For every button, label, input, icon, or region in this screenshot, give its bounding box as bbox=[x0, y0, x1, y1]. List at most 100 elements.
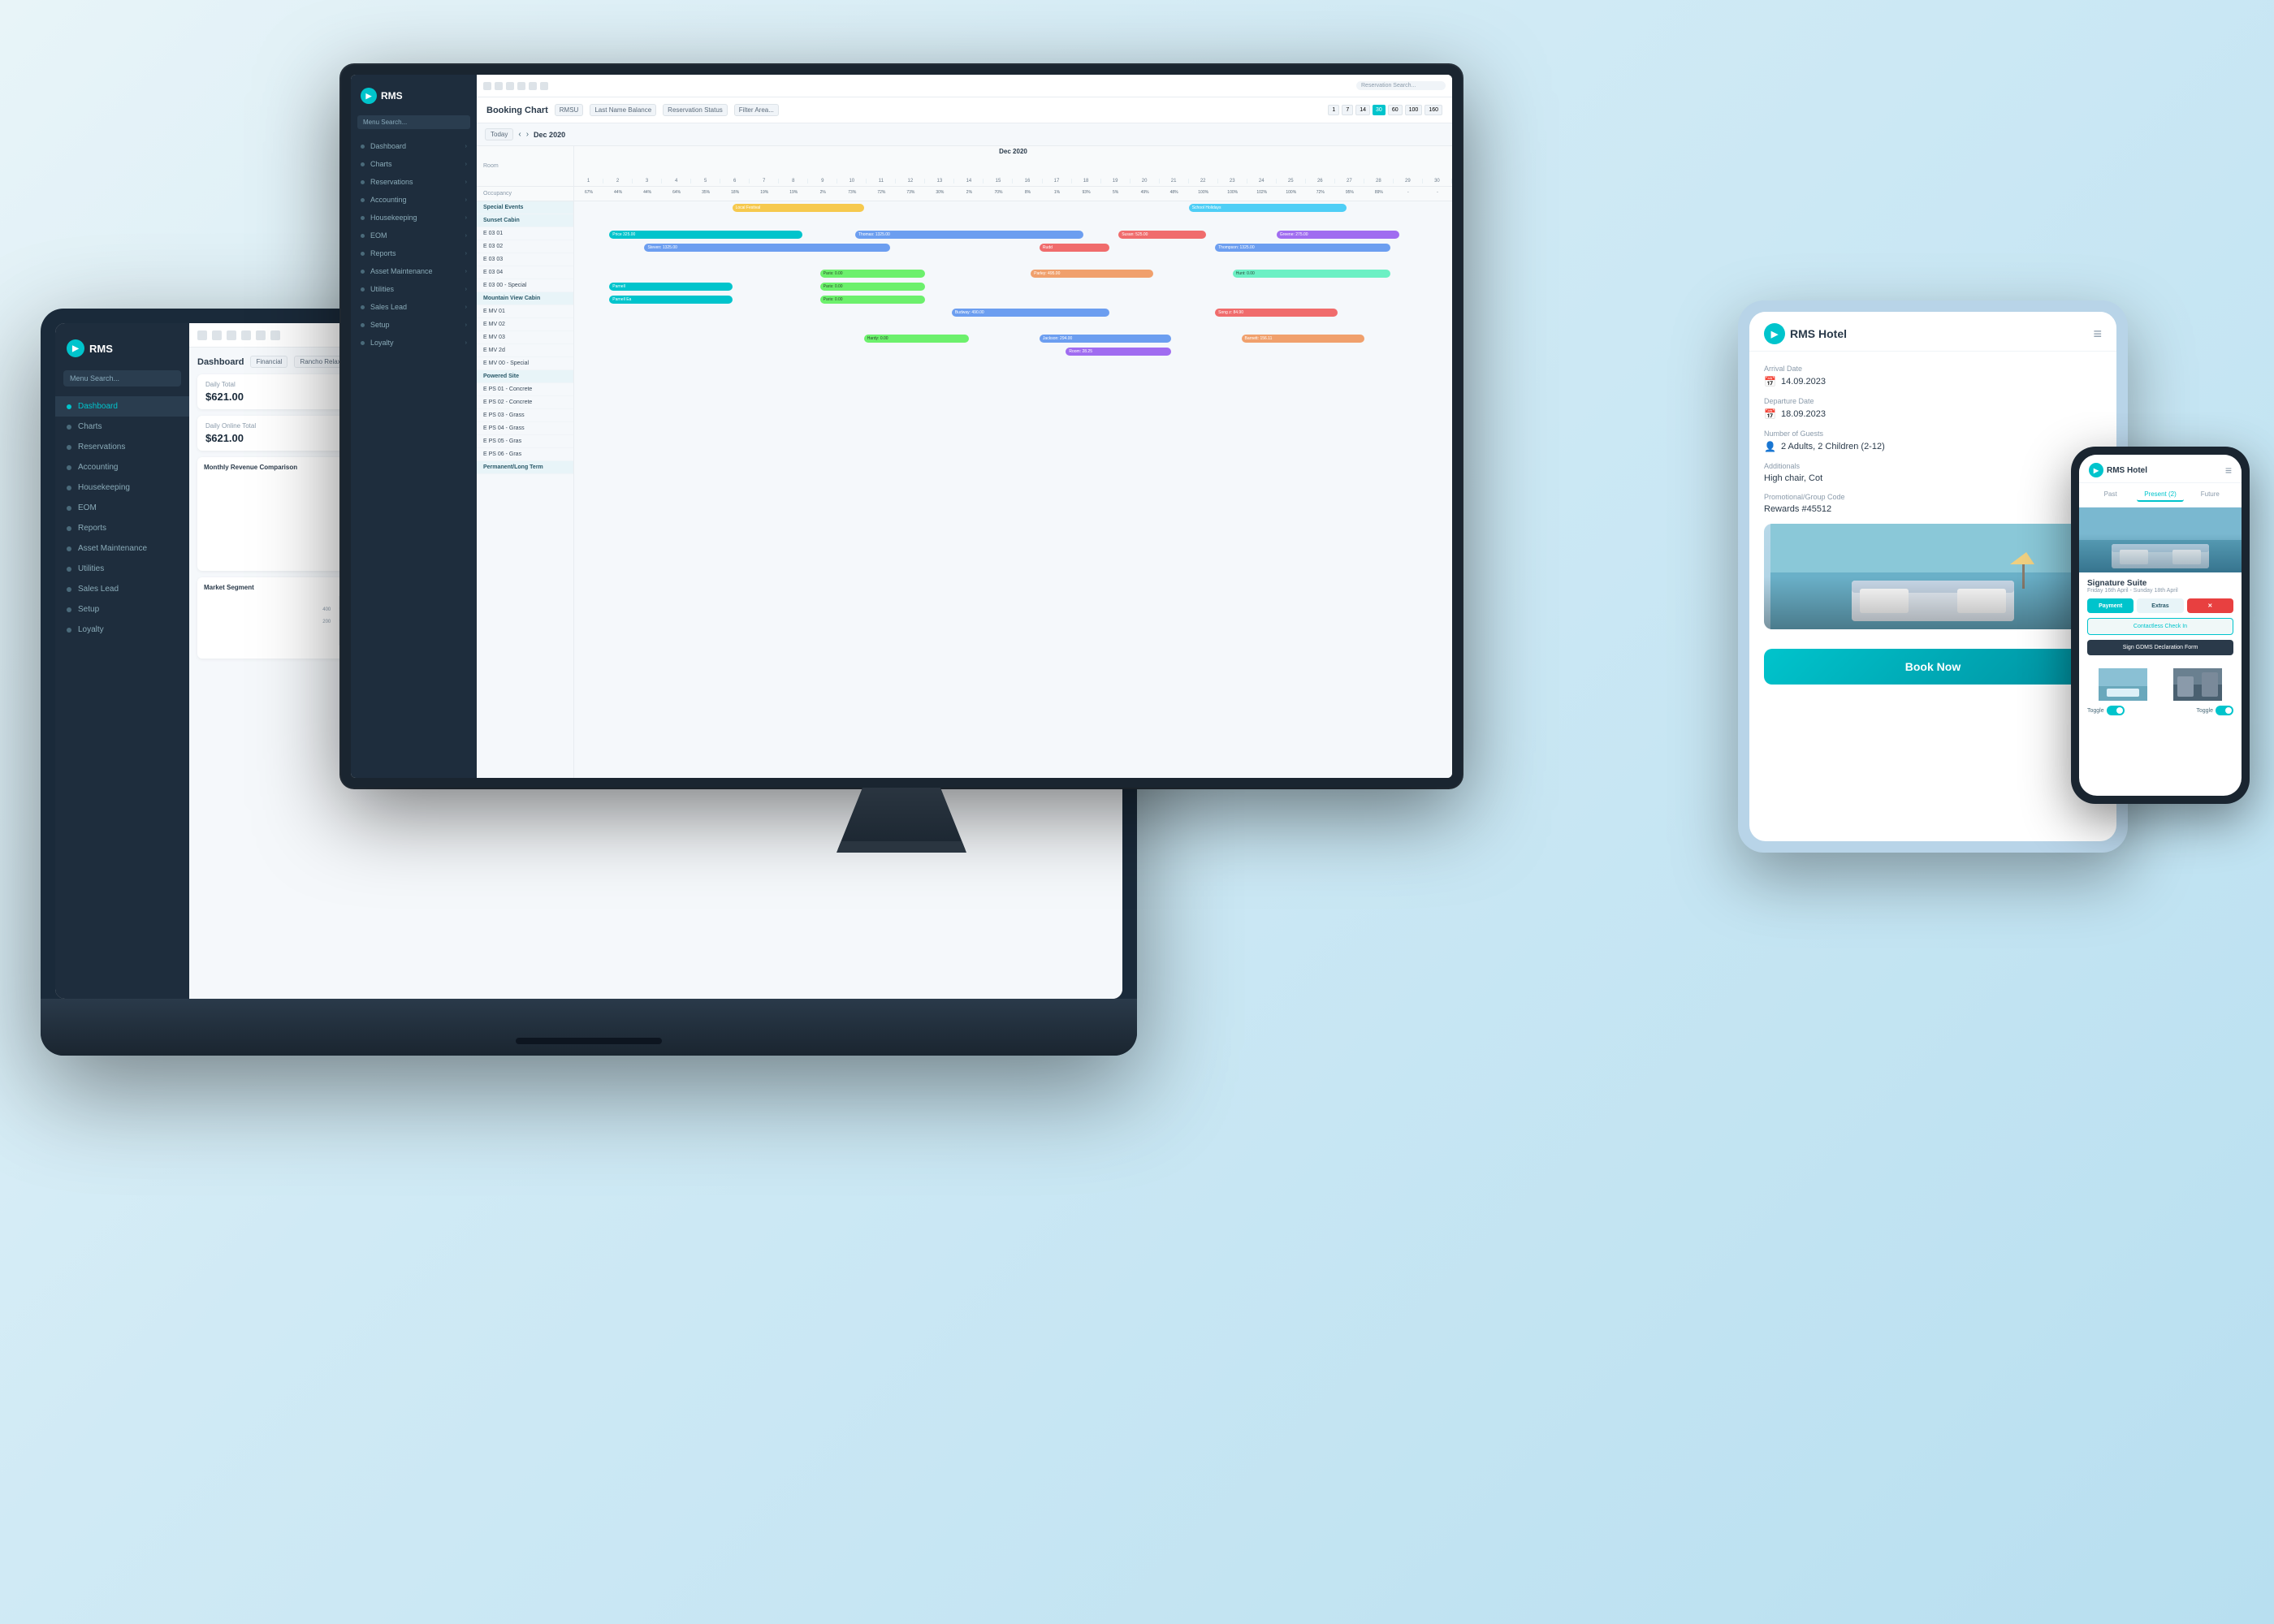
view-btn-60[interactable]: 60 bbox=[1388, 105, 1403, 115]
laptop-nav-eom[interactable]: EOM bbox=[55, 498, 189, 518]
monitor-nav-accounting[interactable]: Accounting › bbox=[351, 191, 477, 209]
booking-rudd[interactable]: Rudd bbox=[1040, 244, 1109, 252]
tab-future[interactable]: Future bbox=[2187, 488, 2233, 502]
laptop-nav-charts[interactable]: Charts bbox=[55, 417, 189, 437]
monitor-nav-asset[interactable]: Asset Maintenance › bbox=[351, 262, 477, 280]
booking-parnell-1[interactable]: Parnell bbox=[609, 283, 732, 291]
booking-room-2825[interactable]: Room: 28.25 bbox=[1066, 348, 1171, 356]
toggle-2[interactable]: Toggle bbox=[2196, 706, 2233, 715]
laptop-nav-utilities[interactable]: Utilities bbox=[55, 559, 189, 579]
reservation-status-select[interactable]: Reservation Status bbox=[663, 104, 728, 116]
laptop-nav-setup[interactable]: Setup bbox=[55, 599, 189, 620]
view-btn-100[interactable]: 100 bbox=[1405, 105, 1423, 115]
laptop-nav-accounting[interactable]: Accounting bbox=[55, 457, 189, 477]
filter-financial[interactable]: Financial bbox=[250, 356, 287, 368]
property-select[interactable]: RMSU bbox=[555, 104, 584, 116]
booking-parley[interactable]: Parley: 495.00 bbox=[1031, 270, 1153, 278]
booking-paris-1[interactable]: Paris: 0.00 bbox=[820, 270, 926, 278]
booking-parnell-2[interactable]: Parnell Ea bbox=[609, 296, 732, 304]
nav-next[interactable]: › bbox=[526, 130, 529, 139]
toggle-1-track[interactable] bbox=[2107, 706, 2125, 715]
tab-present[interactable]: Present (2) bbox=[2137, 488, 2183, 502]
tab-past[interactable]: Past bbox=[2087, 488, 2133, 502]
laptop-nav-reports[interactable]: Reports bbox=[55, 518, 189, 538]
booking-hunt[interactable]: Hunt: 0.00 bbox=[1233, 270, 1391, 278]
tablet-logo-text: RMS Hotel bbox=[1790, 327, 1847, 340]
date-cell-17: 17 bbox=[1043, 179, 1072, 184]
booking-stephen-1325[interactable]: Steven: 1325.00 bbox=[644, 244, 890, 252]
booking-greene-275[interactable]: Greene: 275.00 bbox=[1277, 231, 1399, 239]
guests-group: Number of Guests 👤 2 Adults, 2 Children … bbox=[1764, 430, 2102, 452]
last-name-balance-select[interactable]: Last Name Balance bbox=[590, 104, 656, 116]
booking-local-festival[interactable]: Local Festival bbox=[733, 204, 864, 212]
monitor-nav-loyalty[interactable]: Loyalty › bbox=[351, 334, 477, 352]
laptop-menu-search[interactable]: Menu Search... bbox=[63, 370, 181, 387]
view-btn-14[interactable]: 14 bbox=[1355, 105, 1370, 115]
svg-text:400: 400 bbox=[322, 607, 331, 612]
monitor-nav-eom[interactable]: EOM › bbox=[351, 227, 477, 244]
monitor-nav-reservations[interactable]: Reservations › bbox=[351, 173, 477, 191]
nav-prev[interactable]: ‹ bbox=[518, 130, 521, 139]
date-cell-30: 30 bbox=[1423, 179, 1452, 184]
booking-susan-525[interactable]: Susan: 525.00 bbox=[1118, 231, 1206, 239]
view-btn-1[interactable]: 1 bbox=[1328, 105, 1339, 115]
laptop-nav-housekeeping[interactable]: Housekeeping bbox=[55, 477, 189, 498]
monitor-nav-housekeeping[interactable]: Housekeeping › bbox=[351, 209, 477, 227]
booking-hardy[interactable]: Hardy: 0.00 bbox=[864, 335, 970, 343]
monitor-logo-icon: ▶ bbox=[361, 88, 377, 104]
toggle-1[interactable]: Toggle bbox=[2087, 706, 2125, 715]
close-button[interactable]: ✕ bbox=[2187, 598, 2233, 613]
extras-button[interactable]: Extras bbox=[2137, 598, 2183, 613]
monitor-menu-search[interactable]: Menu Search... bbox=[357, 115, 470, 129]
laptop-nav-reservations[interactable]: Reservations bbox=[55, 437, 189, 457]
view-btn-30[interactable]: 30 bbox=[1373, 105, 1386, 115]
nav-arrow: › bbox=[465, 197, 467, 203]
monitor-reservation-search[interactable]: Reservation Search... bbox=[1356, 81, 1446, 90]
monitor-nav-charts[interactable]: Charts › bbox=[351, 155, 477, 173]
view-btn-7[interactable]: 7 bbox=[1342, 105, 1353, 115]
laptop-nav-dashboard[interactable]: Dashboard bbox=[55, 396, 189, 417]
room-row-eps05: E PS 05 - Gras bbox=[477, 435, 573, 448]
booking-price-325[interactable]: Price 325.00 bbox=[609, 231, 802, 239]
monitor-nav-sales-lead[interactable]: Sales Lead › bbox=[351, 298, 477, 316]
room-header-label: Room bbox=[483, 163, 499, 169]
room-row-sunset-cabin: Sunset Cabin bbox=[477, 214, 573, 227]
laptop-nav-loyalty[interactable]: Loyalty bbox=[55, 620, 189, 640]
today-button[interactable]: Today bbox=[485, 128, 513, 140]
book-now-button[interactable]: Book Now bbox=[1764, 649, 2102, 685]
toggle-2-track[interactable] bbox=[2216, 706, 2233, 715]
nav-arrow: › bbox=[465, 322, 467, 328]
tablet-logo-icon: ▶ bbox=[1764, 323, 1785, 344]
monitor-nav-reports[interactable]: Reports › bbox=[351, 244, 477, 262]
toggle-1-label: Toggle bbox=[2087, 708, 2104, 714]
nav-left: EOM bbox=[361, 231, 387, 240]
booking-paris-2[interactable]: Paris: 0.00 bbox=[820, 283, 926, 291]
monitor-nav-utilities[interactable]: Utilities › bbox=[351, 280, 477, 298]
tablet-menu-icon[interactable]: ≡ bbox=[2093, 326, 2102, 343]
monitor-nav-dashboard[interactable]: Dashboard › bbox=[351, 137, 477, 155]
phone-menu-icon[interactable]: ≡ bbox=[2225, 464, 2232, 477]
booking-thomas-1325[interactable]: Thomas: 1325.00 bbox=[855, 231, 1083, 239]
filter-area-input[interactable]: Filter Area... bbox=[734, 104, 779, 116]
booking-jackson[interactable]: Jackson: 294.00 bbox=[1040, 335, 1171, 343]
laptop-nav-sales-lead[interactable]: Sales Lead bbox=[55, 579, 189, 599]
nav-dot bbox=[361, 216, 365, 220]
laptop-nav-asset[interactable]: Asset Maintenance bbox=[55, 538, 189, 559]
booking-barnett[interactable]: Barnett: 156.11 bbox=[1242, 335, 1364, 343]
booking-song-z[interactable]: Song z: 84.90 bbox=[1215, 309, 1338, 317]
booking-school-holidays[interactable]: School Holidays bbox=[1189, 204, 1347, 212]
room-row-e0304: E 03 04 bbox=[477, 266, 573, 279]
view-btn-160[interactable]: 160 bbox=[1424, 105, 1442, 115]
room-row-mtn-view: Mountain View Cabin bbox=[477, 292, 573, 305]
payment-button[interactable]: Payment bbox=[2087, 598, 2133, 613]
nav-left: Asset Maintenance bbox=[361, 267, 433, 275]
arrival-date-value: 📅 14.09.2023 bbox=[1764, 376, 2102, 387]
booking-paris-3[interactable]: Paris: 0.00 bbox=[820, 296, 926, 304]
booking-thompson[interactable]: Thompson: 1325.00 bbox=[1215, 244, 1390, 252]
monitor-nav-setup[interactable]: Setup › bbox=[351, 316, 477, 334]
laptop-nav-setup-label: Setup bbox=[78, 605, 99, 614]
sign-form-button[interactable]: Sign GDMS Declaration Form bbox=[2087, 640, 2233, 655]
nav-left: Loyalty bbox=[361, 339, 394, 347]
booking-budway[interactable]: Budway: 490.00 bbox=[952, 309, 1110, 317]
contactless-checkin-button[interactable]: Contactless Check In bbox=[2087, 618, 2233, 635]
